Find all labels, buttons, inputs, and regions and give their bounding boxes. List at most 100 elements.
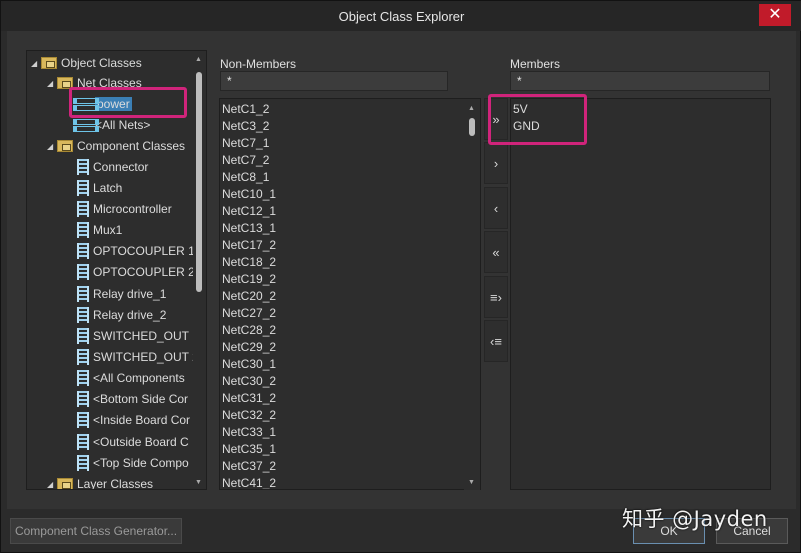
list-item[interactable]: NetC20_2 — [222, 289, 276, 306]
component-class-icon — [77, 328, 89, 344]
tree-node-label: SWITCHED_OUT 1 — [93, 329, 199, 343]
tree-scrollbar[interactable]: ▲ ▼ — [193, 52, 205, 488]
component-class-icon — [77, 286, 89, 302]
scroll-up-icon[interactable]: ▲ — [195, 56, 202, 63]
component-class-icon — [77, 243, 89, 259]
component-class-icon — [77, 180, 89, 196]
tree-node-component[interactable]: <Top Side Compo — [77, 453, 189, 473]
scroll-up-icon[interactable]: ▲ — [468, 105, 475, 112]
scroll-thumb[interactable] — [469, 118, 475, 136]
list-item[interactable]: NetC31_2 — [222, 391, 276, 408]
component-class-icon — [77, 222, 89, 238]
component-class-generator-button[interactable]: Component Class Generator... — [10, 518, 182, 544]
tree-node-object-classes[interactable]: ◢ Object Classes — [31, 53, 142, 73]
remove-selected-button[interactable]: ‹≡ — [484, 320, 508, 362]
tree-node-component[interactable]: <Inside Board Cor — [77, 410, 190, 430]
tree-node-label: SWITCHED_OUT 2 — [93, 350, 199, 364]
tree-node-label: <Top Side Compo — [93, 456, 189, 470]
list-item[interactable]: NetC27_2 — [222, 306, 276, 323]
remove-button[interactable]: ‹ — [484, 187, 508, 229]
tree-node-component[interactable]: <Outside Board C — [77, 432, 189, 452]
folder-icon — [57, 140, 73, 152]
tree-node-component-classes[interactable]: ◢ Component Classes — [47, 136, 185, 156]
list-item[interactable]: NetC17_2 — [222, 238, 276, 255]
non-members-scrollbar[interactable]: ▲ ▼ — [464, 100, 480, 490]
tree-node-component[interactable]: SWITCHED_OUT 1 — [77, 326, 199, 346]
tree-node-label: OPTOCOUPLER 2 — [93, 265, 195, 279]
title-bar: Object Class Explorer ✕ — [1, 1, 801, 31]
tree-node-component[interactable]: Mux1 — [77, 220, 122, 240]
tree-node-label: <Inside Board Cor — [93, 413, 191, 427]
component-class-icon — [77, 201, 89, 217]
component-class-icon — [77, 370, 89, 386]
tree-node-component[interactable]: OPTOCOUPLER 2 — [77, 262, 195, 282]
window-title: Object Class Explorer — [338, 9, 465, 24]
list-item[interactable]: NetC10_1 — [222, 187, 276, 204]
remove-all-button[interactable]: « — [484, 231, 508, 273]
tree-node-label: Relay drive_2 — [93, 308, 167, 322]
component-class-icon — [77, 391, 89, 407]
component-class-icon — [77, 455, 89, 471]
component-class-icon — [77, 349, 89, 365]
list-item[interactable]: NetC12_1 — [222, 204, 276, 221]
tree-node-layer-classes[interactable]: ◢ Layer Classes — [47, 474, 154, 490]
add-selected-button[interactable]: ≡› — [484, 276, 508, 318]
tree-node-component[interactable]: Microcontroller — [77, 199, 172, 219]
members-list[interactable]: 5V GND — [510, 98, 771, 490]
component-class-icon — [77, 264, 89, 280]
watermark: 知乎 @Jayden — [622, 507, 768, 531]
list-item[interactable]: NetC29_2 — [222, 340, 276, 357]
collapse-arrow-icon[interactable]: ◢ — [47, 142, 57, 151]
list-item[interactable]: NetC33_1 — [222, 425, 276, 442]
tree-node-component[interactable]: Connector — [77, 157, 148, 177]
scroll-down-icon[interactable]: ▼ — [195, 479, 202, 486]
tree-node-label: <Outside Board C — [93, 435, 189, 449]
list-item[interactable]: NetC13_1 — [222, 221, 276, 238]
tree-node-label: OPTOCOUPLER 1 — [93, 244, 195, 258]
tree-node-label: <All Components — [93, 371, 185, 385]
tree-node-component[interactable]: Relay drive_1 — [77, 284, 166, 304]
list-item[interactable]: NetC19_2 — [222, 272, 276, 289]
tree-node-label: Object Classes — [61, 56, 142, 70]
collapse-arrow-icon[interactable]: ◢ — [47, 480, 57, 489]
members-filter-input[interactable] — [510, 71, 770, 91]
component-class-icon — [77, 412, 89, 428]
list-item[interactable]: NetC7_2 — [222, 153, 269, 170]
tree-node-label: <Bottom Side Cor — [93, 392, 189, 406]
list-item[interactable]: NetC8_1 — [222, 170, 269, 187]
list-item[interactable]: NetC7_1 — [222, 136, 269, 153]
tree-node-component[interactable]: Relay drive_2 — [77, 305, 166, 325]
tree-node-component[interactable]: Latch — [77, 178, 122, 198]
scroll-thumb[interactable] — [196, 72, 202, 292]
list-item[interactable]: NetC32_2 — [222, 408, 276, 425]
list-item[interactable]: NetC28_2 — [222, 323, 276, 340]
folder-icon — [41, 57, 57, 69]
component-class-icon — [77, 434, 89, 450]
list-item[interactable]: NetC18_2 — [222, 255, 276, 272]
list-item[interactable]: NetC30_1 — [222, 357, 276, 374]
collapse-arrow-icon[interactable]: ◢ — [31, 59, 41, 68]
tree-node-label: Mux1 — [93, 223, 123, 237]
tree-node-label: Layer Classes — [77, 477, 154, 490]
scroll-down-icon[interactable]: ▼ — [468, 479, 475, 486]
list-item[interactable]: NetC1_2 — [222, 102, 269, 119]
tree-node-all-nets[interactable]: <All Nets> — [73, 115, 150, 135]
tree-node-component[interactable]: SWITCHED_OUT 2 — [77, 347, 199, 367]
highlight-box-power — [69, 87, 187, 118]
non-members-list[interactable]: NetC1_2 NetC3_2 NetC7_1 NetC7_2 NetC8_1 … — [219, 98, 481, 490]
list-item[interactable]: NetC35_1 — [222, 442, 276, 459]
non-members-label: Non-Members — [220, 57, 297, 71]
tree-node-component[interactable]: <Bottom Side Cor — [77, 389, 188, 409]
non-members-filter-input[interactable] — [220, 71, 448, 91]
list-item[interactable]: NetC3_2 — [222, 119, 269, 136]
tree-node-component[interactable]: OPTOCOUPLER 1 — [77, 241, 195, 261]
list-item[interactable]: NetC30_2 — [222, 374, 276, 391]
list-item[interactable]: NetC41_2 — [222, 476, 276, 489]
highlight-box-members — [488, 94, 587, 145]
tree-node-component[interactable]: <All Components — [77, 368, 185, 388]
close-button[interactable]: ✕ — [759, 4, 791, 26]
tree-node-label: Connector — [93, 160, 149, 174]
add-button[interactable]: › — [484, 142, 508, 184]
list-item[interactable]: NetC37_2 — [222, 459, 276, 476]
collapse-arrow-icon[interactable]: ◢ — [47, 79, 57, 88]
